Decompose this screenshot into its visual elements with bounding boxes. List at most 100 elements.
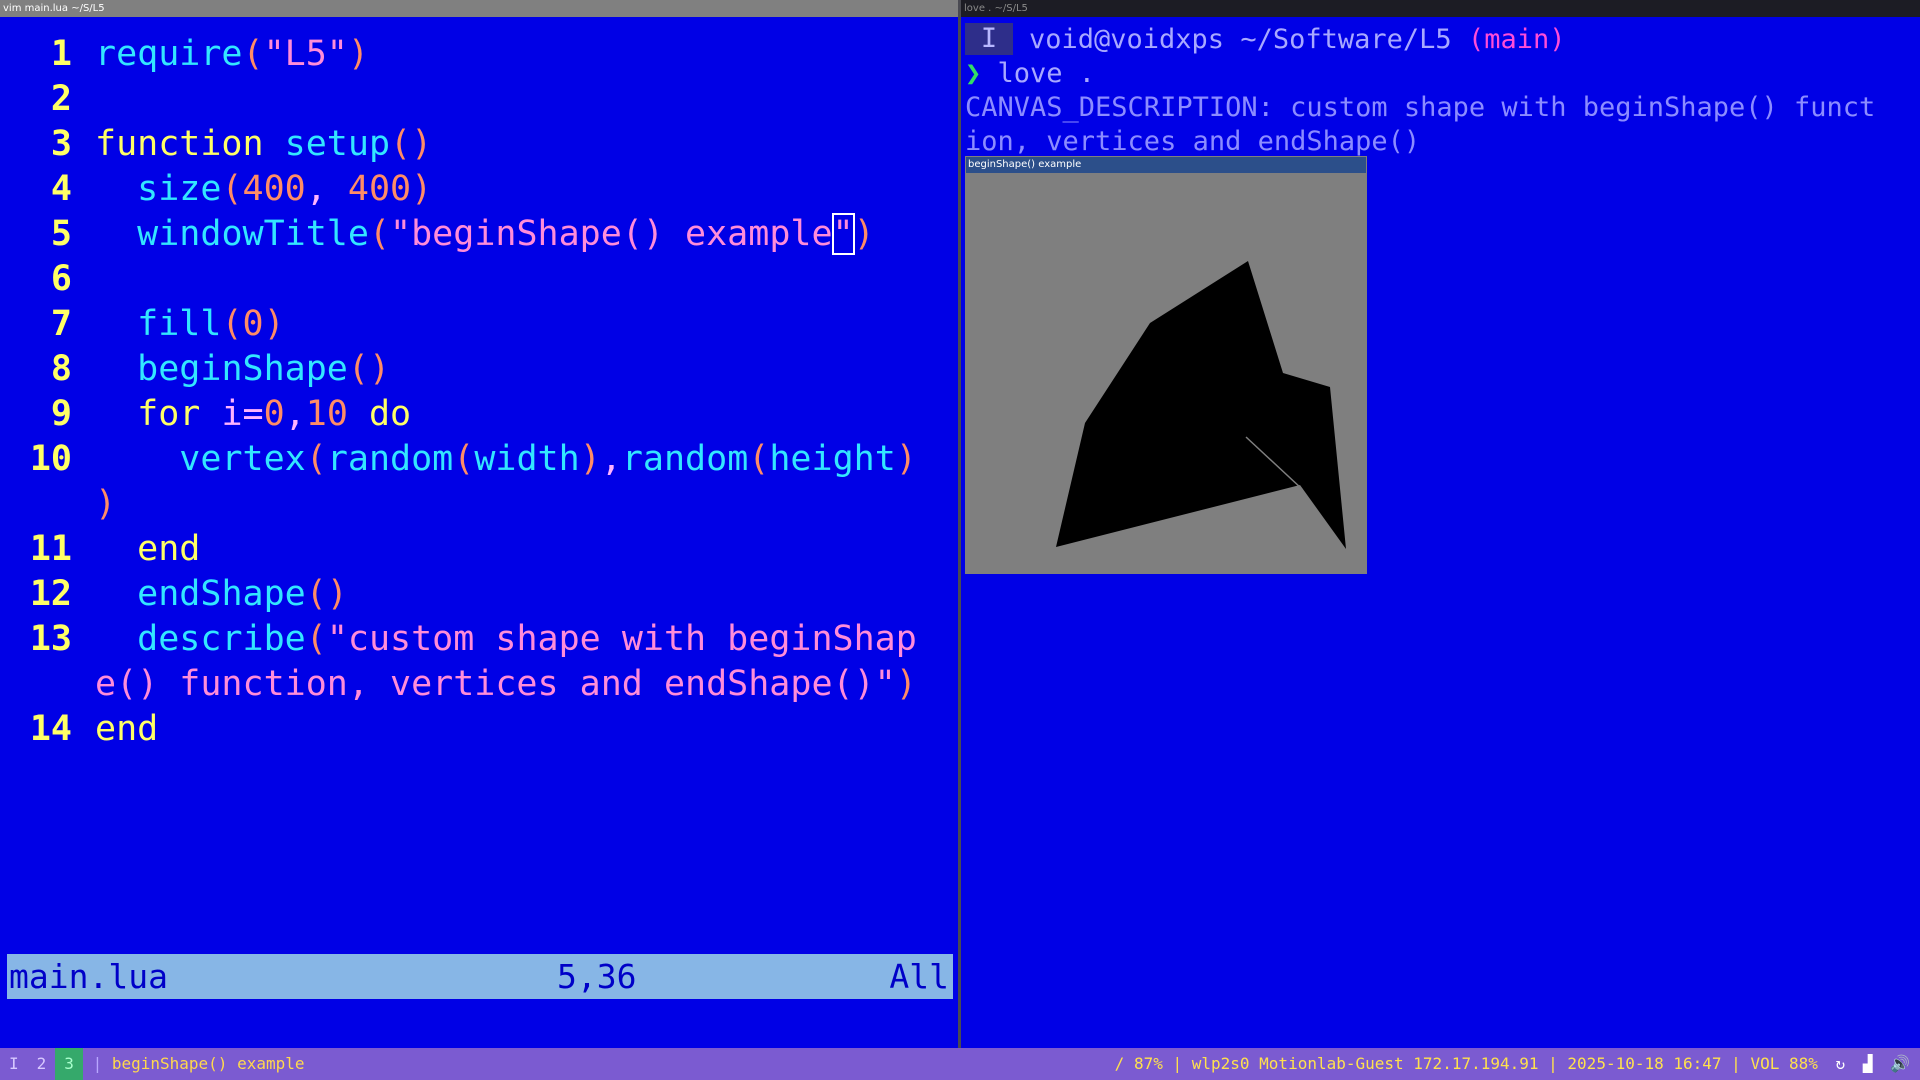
code-line[interactable]: 4 size(400, 400): [0, 167, 958, 212]
code-token: (): [390, 124, 433, 164]
git-branch: (main): [1467, 24, 1566, 55]
code-line[interactable]: 7 fill(0): [0, 302, 958, 347]
code-line[interactable]: 5 windowTitle("beginShape() example"): [0, 212, 958, 257]
code-token: setup: [284, 124, 391, 164]
line-number: 13: [29, 619, 72, 659]
code-token: ): [895, 439, 917, 479]
code-line[interactable]: 1 require("L5"): [0, 32, 958, 77]
code-token: (: [453, 439, 475, 479]
code-line[interactable]: 9 for i=0,10 do: [0, 392, 958, 437]
line-text: fill(0): [95, 302, 285, 347]
code-token: beginShape: [137, 349, 348, 389]
line-text: for i=0,10 do: [95, 392, 411, 437]
love-window[interactable]: beginShape() example: [965, 156, 1367, 574]
code-token: random: [621, 439, 749, 479]
code-token: (: [305, 439, 327, 479]
line-text: endShape(): [95, 572, 348, 617]
volume-icon[interactable]: 🔊: [1890, 1048, 1910, 1080]
code-token: random: [326, 439, 454, 479]
status-scroll-indicator: All: [889, 957, 949, 996]
line-text: vertex(random(width),random(height): [95, 437, 917, 482]
code-line[interactable]: 2: [0, 77, 958, 122]
user-host: void@voidxps: [1029, 24, 1225, 55]
love-window-title[interactable]: beginShape() example: [966, 157, 1366, 173]
command-text: love .: [997, 58, 1096, 89]
code-token: ,: [305, 169, 348, 209]
code-line[interactable]: 13 describe("custom shape with beginShap: [0, 617, 958, 662]
vim-editor[interactable]: 1 require("L5") 2 3 function setup() 4 size(4…: [0, 17, 958, 1048]
focused-window-title: beginShape() example: [111, 1054, 305, 1073]
line-text: end: [95, 707, 158, 752]
code-token: height: [769, 439, 896, 479]
code-line[interactable]: 3 function setup(): [0, 122, 958, 167]
workspace-button[interactable]: 3: [55, 1048, 83, 1080]
status-cursor-position: 5,36: [557, 957, 637, 996]
line-number: 2: [50, 79, 72, 119]
line-number: 3: [50, 124, 72, 164]
vim-pane-title[interactable]: vim main.lua ~/S/L5: [0, 0, 958, 17]
code-token: (: [221, 304, 243, 344]
code-token: ,: [600, 439, 622, 479]
code-token: ): [579, 439, 601, 479]
code-line[interactable]: 11 end: [0, 527, 958, 572]
code-token: ): [853, 214, 875, 254]
code-token: end: [95, 529, 201, 569]
refresh-icon[interactable]: ↻: [1836, 1048, 1846, 1080]
code-token: describe: [137, 619, 306, 659]
code-token: 0: [263, 394, 285, 434]
code-token: i=: [221, 394, 264, 434]
status-bar: I23 | beginShape() example / 87% | wlp2s…: [0, 1048, 1920, 1080]
terminal-pane-title[interactable]: love . ~/S/L5: [961, 0, 1920, 17]
code-token: 400: [242, 169, 306, 209]
code-token: do: [347, 394, 412, 434]
line-number: 9: [50, 394, 72, 434]
code-token: (: [368, 214, 391, 254]
workspace-button[interactable]: I: [0, 1048, 28, 1080]
code-token: vertex: [179, 439, 306, 479]
line-text: function setup(): [95, 122, 432, 167]
text-cursor: ": [831, 213, 855, 255]
output-line: ion, vertices and endShape(): [965, 126, 1421, 157]
code-token: 0: [242, 304, 264, 344]
code-token: ): [95, 484, 117, 524]
love-canvas: [966, 173, 1366, 573]
code-token: "beginShape() example: [390, 214, 833, 254]
prompt-line: Ivoid@voidxps ~/Software/L5 (main): [965, 23, 1565, 57]
separator: |: [92, 1054, 103, 1073]
code-line[interactable]: 8 beginShape(): [0, 347, 958, 392]
system-status: / 87% | wlp2s0 Motionlab-Guest 172.17.19…: [1115, 1048, 1910, 1080]
line-number: 11: [29, 529, 72, 569]
command-line[interactable]: ❯ love .: [965, 57, 1095, 91]
code-token: (: [748, 439, 770, 479]
code-token: windowTitle: [137, 214, 369, 254]
code-token: ,: [284, 394, 306, 434]
code-line[interactable]: 6: [0, 257, 958, 302]
signal-icon[interactable]: ▟: [1863, 1048, 1873, 1080]
code-line[interactable]: 12 endShape(): [0, 572, 958, 617]
workspace-button[interactable]: 2: [28, 1048, 56, 1080]
line-number: 4: [50, 169, 72, 209]
code-token: require: [95, 34, 243, 74]
code-token: (: [221, 169, 243, 209]
code-line[interactable]: 10 vertex(random(width),random(height): [0, 437, 958, 482]
code-token: e() function, vertices and endShape()": [95, 664, 896, 704]
vi-mode-badge: I: [965, 23, 1013, 55]
prompt-chevron-icon: ❯: [965, 58, 982, 89]
code-token: (: [305, 619, 327, 659]
code-line[interactable]: 14 end: [0, 707, 958, 752]
code-token: (): [347, 349, 391, 389]
line-number: 6: [50, 259, 72, 299]
line-number: 5: [50, 214, 72, 254]
line-text: e() function, vertices and endShape()"): [95, 662, 917, 707]
code-area[interactable]: 1 require("L5") 2 3 function setup() 4 size(4…: [0, 32, 958, 752]
code-line[interactable]: e() function, vertices and endShape()"): [0, 662, 958, 707]
code-token: 10: [305, 394, 348, 434]
code-token: end: [95, 709, 159, 749]
code-line[interactable]: ): [0, 482, 958, 527]
code-token: ): [347, 34, 369, 74]
